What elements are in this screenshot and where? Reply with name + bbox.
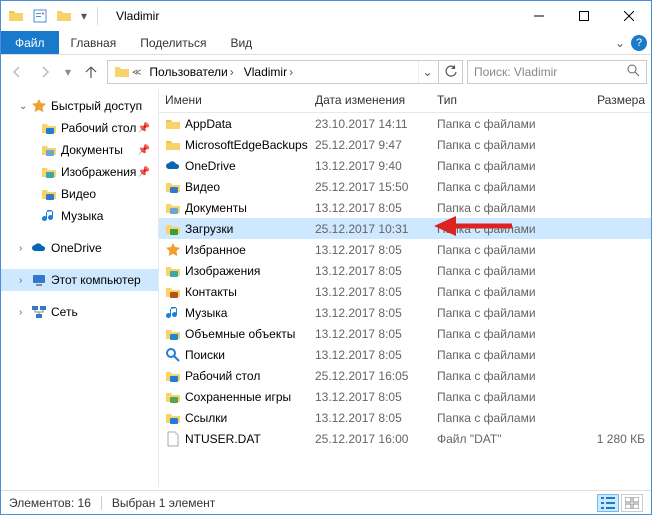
table-row[interactable]: OneDrive 13.12.2017 9:40 Папка с файлами xyxy=(159,155,651,176)
file-icon xyxy=(165,431,181,447)
minimize-button[interactable] xyxy=(516,2,561,30)
table-row[interactable]: Контакты 13.12.2017 8:05 Папка с файлами xyxy=(159,281,651,302)
breadcrumb-root-icon[interactable]: ≪ xyxy=(110,61,145,83)
table-row[interactable]: Видео 25.12.2017 15:50 Папка с файлами xyxy=(159,176,651,197)
folder-icon xyxy=(165,137,181,153)
titlebar: ▾ Vladimir xyxy=(1,1,651,31)
qat-dropdown[interactable]: ▾ xyxy=(77,5,91,27)
links-icon xyxy=(165,410,181,426)
table-row[interactable]: MicrosoftEdgeBackups 25.12.2017 9:47 Пап… xyxy=(159,134,651,155)
tree-network[interactable]: ›Сеть xyxy=(1,301,158,323)
tree-this-pc[interactable]: ›Этот компьютер xyxy=(1,269,158,291)
quick-access-toolbar: ▾ xyxy=(1,5,106,27)
contacts-icon xyxy=(165,284,181,300)
tab-share[interactable]: Поделиться xyxy=(128,31,218,54)
folder-icon xyxy=(53,5,75,27)
table-row[interactable]: Рабочий стол 25.12.2017 16:05 Папка с фа… xyxy=(159,365,651,386)
tab-home[interactable]: Главная xyxy=(59,31,129,54)
tree-item[interactable]: Документы📌 xyxy=(1,139,158,161)
maximize-button[interactable] xyxy=(561,2,606,30)
breadcrumb-segment[interactable]: Vladimir› xyxy=(240,61,299,83)
tree-item[interactable]: Рабочий стол📌 xyxy=(1,117,158,139)
table-row[interactable]: Документы 13.12.2017 8:05 Папка с файлам… xyxy=(159,197,651,218)
table-row[interactable]: Музыка 13.12.2017 8:05 Папка с файлами xyxy=(159,302,651,323)
up-button[interactable] xyxy=(79,60,103,84)
tree-quick-access[interactable]: ⌄Быстрый доступ xyxy=(1,95,158,117)
downloads-icon xyxy=(165,221,181,237)
video-icon xyxy=(165,179,181,195)
qat-properties[interactable] xyxy=(29,5,51,27)
tree-item[interactable]: Изображения📌 xyxy=(1,161,158,183)
table-row[interactable]: Загрузки 25.12.2017 10:31 Папка с файлам… xyxy=(159,218,651,239)
games-icon xyxy=(165,389,181,405)
ribbon-expand-icon[interactable]: ⌄ xyxy=(615,36,625,50)
table-row[interactable]: Ссылки 13.12.2017 8:05 Папка с файлами xyxy=(159,407,651,428)
music-icon xyxy=(165,305,181,321)
file-list: Имени Дата изменения Тип Размера AppData… xyxy=(159,89,651,487)
table-row[interactable]: Объемные объекты 13.12.2017 8:05 Папка с… xyxy=(159,323,651,344)
search-input[interactable]: Поиск: Vladimir xyxy=(467,60,647,84)
column-size[interactable]: Размера xyxy=(559,89,651,112)
status-bar: Элементов: 16 Выбран 1 элемент xyxy=(1,490,651,514)
tree-item[interactable]: Видео xyxy=(1,183,158,205)
navigation-pane: ⌄Быстрый доступРабочий стол📌Документы📌Из… xyxy=(1,89,159,487)
breadcrumb[interactable]: ≪ Пользователи› Vladimir› ⌄ xyxy=(107,60,439,84)
column-name[interactable]: Имени xyxy=(159,89,309,112)
desktop-icon xyxy=(165,368,181,384)
3d-icon xyxy=(165,326,181,342)
status-count: Элементов: 16 xyxy=(9,496,91,510)
tree-onedrive[interactable]: ›OneDrive xyxy=(1,237,158,259)
folder-icon xyxy=(5,5,27,27)
docs-icon xyxy=(165,200,181,216)
view-details-button[interactable] xyxy=(597,494,619,512)
column-headers: Имени Дата изменения Тип Размера xyxy=(159,89,651,113)
ribbon-tabs: Файл Главная Поделиться Вид ⌄ ? xyxy=(1,31,651,55)
window-title: Vladimir xyxy=(116,9,516,23)
tab-view[interactable]: Вид xyxy=(218,31,264,54)
table-row[interactable]: NTUSER.DAT 25.12.2017 16:00 Файл "DAT" 1… xyxy=(159,428,651,449)
refresh-button[interactable] xyxy=(439,60,463,84)
column-date[interactable]: Дата изменения xyxy=(309,89,431,112)
address-bar: ▾ ≪ Пользователи› Vladimir› ⌄ Поиск: Vla… xyxy=(1,55,651,89)
recent-dropdown[interactable]: ▾ xyxy=(61,60,75,84)
table-row[interactable]: Избранное 13.12.2017 8:05 Папка с файлам… xyxy=(159,239,651,260)
tab-file[interactable]: Файл xyxy=(1,31,59,54)
help-icon[interactable]: ? xyxy=(631,35,647,51)
tree-item[interactable]: Музыка xyxy=(1,205,158,227)
table-row[interactable]: Изображения 13.12.2017 8:05 Папка с файл… xyxy=(159,260,651,281)
table-row[interactable]: Поиски 13.12.2017 8:05 Папка с файлами xyxy=(159,344,651,365)
breadcrumb-segment[interactable]: Пользователи› xyxy=(145,61,239,83)
search-icon xyxy=(165,347,181,363)
search-placeholder: Поиск: Vladimir xyxy=(474,65,557,79)
back-button[interactable] xyxy=(5,60,29,84)
table-row[interactable]: Сохраненные игры 13.12.2017 8:05 Папка с… xyxy=(159,386,651,407)
view-icons-button[interactable] xyxy=(621,494,643,512)
star-icon xyxy=(165,242,181,258)
search-icon[interactable] xyxy=(627,64,640,80)
column-type[interactable]: Тип xyxy=(431,89,559,112)
table-row[interactable]: AppData 23.10.2017 14:11 Папка с файлами xyxy=(159,113,651,134)
pics-icon xyxy=(165,263,181,279)
status-selection: Выбран 1 элемент xyxy=(112,496,215,510)
close-button[interactable] xyxy=(606,2,651,30)
folder-icon xyxy=(165,116,181,132)
forward-button[interactable] xyxy=(33,60,57,84)
onedrive-icon xyxy=(165,158,181,174)
breadcrumb-history-dropdown[interactable]: ⌄ xyxy=(418,61,436,83)
